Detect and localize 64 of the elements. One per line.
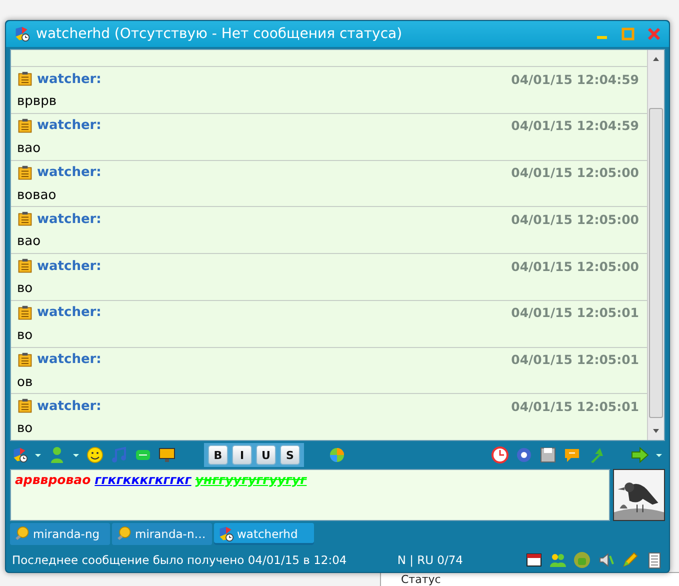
color-picker-icon[interactable] xyxy=(328,446,346,464)
send-arrow-icon[interactable] xyxy=(631,446,649,464)
user-icon[interactable] xyxy=(48,446,66,464)
status-label: Статус xyxy=(401,573,441,586)
message-icon xyxy=(17,211,33,228)
clock-icon[interactable] xyxy=(491,446,509,464)
message-text: ов xyxy=(17,374,33,390)
status-info: N | RU 0/74 xyxy=(397,552,463,566)
format-button[interactable]: I xyxy=(232,445,252,465)
message-text: во xyxy=(17,421,33,436)
message-icon xyxy=(17,71,33,87)
message-icon xyxy=(17,258,33,274)
message-text: во xyxy=(17,328,33,343)
chat-tab[interactable]: miranda-ng xyxy=(10,523,110,545)
message-time: 04/01/15 12:05:01 xyxy=(511,305,639,320)
message-author: watcher: xyxy=(37,258,102,274)
message-text: во xyxy=(17,281,33,296)
message-author: watcher: xyxy=(37,212,102,227)
message-time: 04/01/15 12:05:01 xyxy=(511,398,639,414)
bulb-icon xyxy=(14,526,30,542)
message-author: watcher: xyxy=(37,352,102,367)
message-time: 04/01/15 12:05:00 xyxy=(511,212,639,227)
window-title: watcherhd (Отсутствую - Нет сообщения статуса) xyxy=(36,26,404,42)
pencil-icon[interactable] xyxy=(621,550,639,568)
message-time: 04/01/15 12:04:59 xyxy=(511,72,639,86)
message-icon xyxy=(17,118,33,134)
message-icon xyxy=(17,352,33,368)
message-text: вовао xyxy=(17,188,56,202)
message-time: 04/01/15 12:05:01 xyxy=(511,352,639,367)
format-button[interactable]: B xyxy=(208,445,228,465)
message-author: watcher: xyxy=(37,165,102,180)
message-time: 04/01/15 12:04:59 xyxy=(511,118,639,134)
message-text: вао xyxy=(17,234,41,250)
bulb-icon xyxy=(116,526,132,542)
message-icon xyxy=(17,304,33,321)
smiley-icon[interactable] xyxy=(86,446,104,464)
chat-tab[interactable]: miranda-n… xyxy=(112,523,212,545)
message-text: врврв xyxy=(17,94,56,109)
settings-icon[interactable] xyxy=(515,446,533,464)
formatted-text: унггуугуггуугуг xyxy=(195,472,307,487)
speech-bubble-icon[interactable] xyxy=(563,446,581,464)
contact-icon[interactable] xyxy=(218,526,234,542)
message-input-field[interactable]: арввровао ггкгкккгкггкг унггуугуггуугуг xyxy=(10,469,610,521)
message-author: watcher: xyxy=(37,398,102,414)
format-button[interactable]: U xyxy=(256,445,276,465)
format-button[interactable]: S xyxy=(280,445,300,465)
message-author: watcher: xyxy=(37,72,102,86)
message-author: watcher: xyxy=(37,305,102,320)
message-text: вао xyxy=(17,140,41,156)
monitor-icon[interactable] xyxy=(158,446,176,464)
formatted-text: арввровао xyxy=(15,472,91,487)
contact-status-icon[interactable] xyxy=(14,26,30,42)
message-time: 04/01/15 12:05:00 xyxy=(511,165,639,180)
formatted-text: ггкгкккгкггкг xyxy=(94,472,192,487)
save-icon[interactable] xyxy=(539,446,557,464)
message-icon xyxy=(17,164,33,180)
speaker-icon[interactable] xyxy=(597,550,615,568)
status-message: Последнее сообщение было получено 04/01/15 в 12:04 xyxy=(12,552,347,566)
message-author: watcher: xyxy=(37,118,102,134)
protocol-icon[interactable] xyxy=(12,447,28,463)
window-icon[interactable] xyxy=(525,550,543,568)
message-time: 04/01/15 12:05:00 xyxy=(511,258,639,274)
message-icon xyxy=(17,398,33,414)
scrollbar[interactable] xyxy=(647,50,664,440)
